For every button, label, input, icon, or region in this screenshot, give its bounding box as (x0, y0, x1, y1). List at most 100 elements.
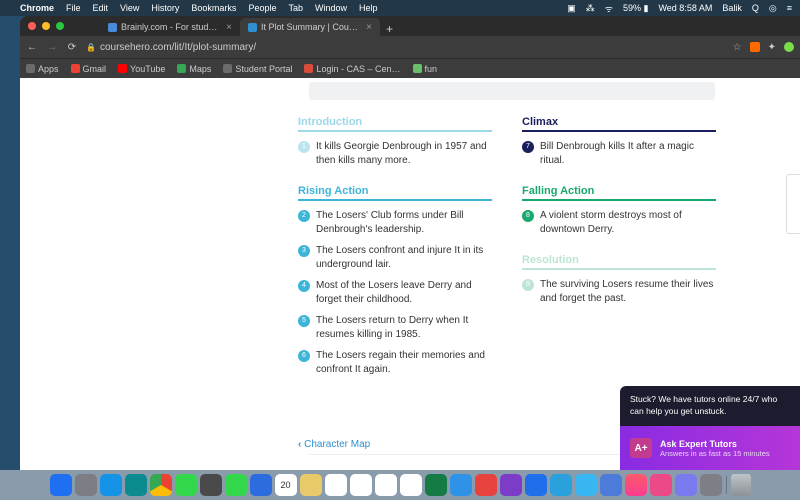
bookmark-gmail[interactable]: Gmail (71, 64, 107, 74)
ask-expert-tutors-cta[interactable]: A+ Ask Expert Tutors Answers in as fast … (620, 426, 800, 470)
favicon-icon (108, 23, 117, 32)
dock-app-telegram[interactable] (550, 474, 572, 496)
user-name[interactable]: Balik (722, 3, 742, 13)
back-button[interactable]: ← (26, 42, 38, 53)
menu-history[interactable]: History (151, 3, 179, 13)
dock-app-finder[interactable] (50, 474, 72, 496)
tab-coursehero[interactable]: It Plot Summary | Course Hero × (240, 18, 380, 36)
plot-text: The Losers confront and injure It in its… (316, 244, 492, 271)
fun-icon (413, 64, 422, 73)
bookmark-student-portal[interactable]: Student Portal (223, 64, 292, 74)
tab-strip: Brainly.com - For students. By × It Plot… (100, 16, 399, 36)
dock-app-music[interactable] (625, 474, 647, 496)
dock-app-word[interactable] (450, 474, 472, 496)
dock-app-safari[interactable] (100, 474, 122, 496)
window-close-button[interactable] (28, 22, 36, 30)
bookmark-login-cas[interactable]: Login - CAS – Cen… (304, 64, 400, 74)
prev-link-character-map[interactable]: Character Map (298, 439, 370, 450)
menu-bookmarks[interactable]: Bookmarks (191, 3, 236, 13)
url-text: coursehero.com/lit/It/plot-summary/ (100, 42, 256, 53)
bookmark-maps[interactable]: Maps (177, 64, 211, 74)
dock-app-facetime[interactable] (225, 474, 247, 496)
new-tab-button[interactable]: + (380, 22, 399, 36)
menu-view[interactable]: View (120, 3, 139, 13)
dock-app-calendar[interactable]: 20 (275, 474, 297, 496)
menu-file[interactable]: File (66, 3, 81, 13)
plot-point: 3The Losers confront and injure It in it… (298, 244, 492, 271)
step-badge: 5 (298, 315, 310, 327)
dock-app-photos[interactable] (350, 474, 372, 496)
plot-text: The Losers regain their memories and con… (316, 349, 492, 376)
forward-button[interactable]: → (46, 42, 58, 53)
bluetooth-icon[interactable]: ⁂ (586, 3, 595, 14)
menu-window[interactable]: Window (315, 3, 347, 13)
app-name[interactable]: Chrome (20, 3, 54, 13)
tab-label: It Plot Summary | Course Hero (261, 22, 358, 32)
window-minimize-button[interactable] (42, 22, 50, 30)
notification-center-icon[interactable]: ≡ (787, 3, 792, 13)
tab-brainly[interactable]: Brainly.com - For students. By × (100, 18, 240, 36)
dock-app-generic[interactable] (200, 474, 222, 496)
dock-app-launchpad[interactable] (75, 474, 97, 496)
menu-people[interactable]: People (248, 3, 276, 13)
feedback-side-tab[interactable] (786, 174, 800, 234)
spotlight-icon[interactable]: Q (752, 3, 759, 13)
tab-close-icon[interactable]: × (226, 22, 232, 33)
battery-status[interactable]: 59% ▮ (623, 3, 648, 14)
bookmark-apps[interactable]: Apps (26, 64, 59, 74)
extensions-menu-icon[interactable]: ✦ (768, 42, 776, 53)
profile-avatar[interactable] (784, 42, 794, 52)
dock-app-preview[interactable] (375, 474, 397, 496)
extension-icon[interactable] (750, 42, 760, 52)
dock-app-reminders[interactable] (325, 474, 347, 496)
window-zoom-button[interactable] (56, 22, 64, 30)
step-badge: 2 (298, 210, 310, 222)
dock-app-zoom[interactable] (525, 474, 547, 496)
dock-app-onenote[interactable] (500, 474, 522, 496)
window-titlebar: Brainly.com - For students. By × It Plot… (20, 16, 800, 36)
bookmarks-bar: Apps Gmail YouTube Maps Student Portal L… (20, 58, 800, 78)
menu-help[interactable]: Help (359, 3, 378, 13)
tutor-help-tooltip: Stuck? We have tutors online 24/7 who ca… (620, 386, 800, 426)
section-introduction: Introduction 1It kills Georgie Denbrough… (298, 116, 492, 167)
address-bar: ← → ⟳ 🔒 coursehero.com/lit/It/plot-summa… (20, 36, 800, 58)
tab-close-icon[interactable]: × (366, 22, 372, 33)
dock-trash[interactable] (731, 474, 751, 496)
dock-app-pages[interactable] (400, 474, 422, 496)
dock-app-discord[interactable] (600, 474, 622, 496)
clock[interactable]: Wed 8:58 AM (658, 3, 712, 13)
plot-point: 9The surviving Losers resume their lives… (522, 278, 716, 305)
plot-point: 6The Losers regain their memories and co… (298, 349, 492, 376)
control-center-icon[interactable]: ▣ (567, 3, 576, 14)
dock-app-appstore[interactable] (250, 474, 272, 496)
step-badge: 7 (522, 141, 534, 153)
dock-app-generic3[interactable] (675, 474, 697, 496)
url-field[interactable]: 🔒 coursehero.com/lit/It/plot-summary/ (86, 42, 725, 53)
macos-menubar: Chrome File Edit View History Bookmarks … (0, 0, 800, 16)
dock-app-notes[interactable] (300, 474, 322, 496)
wifi-icon[interactable]: ᯤ (605, 2, 613, 15)
reload-button[interactable]: ⟳ (66, 42, 78, 53)
dock-app-chrome[interactable] (150, 474, 172, 496)
tab-label: Brainly.com - For students. By (121, 22, 218, 32)
plot-text: The Losers' Club forms under Bill Denbro… (316, 209, 492, 236)
bookmark-youtube[interactable]: YouTube (118, 64, 165, 74)
dock-app-messages[interactable] (175, 474, 197, 496)
portal-icon (223, 64, 232, 73)
menu-edit[interactable]: Edit (93, 3, 109, 13)
plot-text: Most of the Losers leave Derry and forge… (316, 279, 492, 306)
dock-app-edge[interactable] (125, 474, 147, 496)
cta-title: Ask Expert Tutors (660, 439, 770, 449)
siri-icon[interactable]: ◎ (769, 3, 777, 14)
dock-app-powerpoint[interactable] (475, 474, 497, 496)
dock-app-skype[interactable] (575, 474, 597, 496)
bookmark-star-icon[interactable]: ☆ (733, 42, 742, 53)
dock-app-excel[interactable] (425, 474, 447, 496)
section-title: Falling Action (522, 185, 716, 201)
plot-text: Bill Denbrough kills It after a magic ri… (540, 140, 716, 167)
bookmark-fun[interactable]: fun (413, 64, 438, 74)
menu-tab[interactable]: Tab (288, 3, 303, 13)
dock-app-settings[interactable] (700, 474, 722, 496)
cta-subtitle: Answers in as fast as 15 minutes (660, 449, 770, 458)
dock-app-generic2[interactable] (650, 474, 672, 496)
